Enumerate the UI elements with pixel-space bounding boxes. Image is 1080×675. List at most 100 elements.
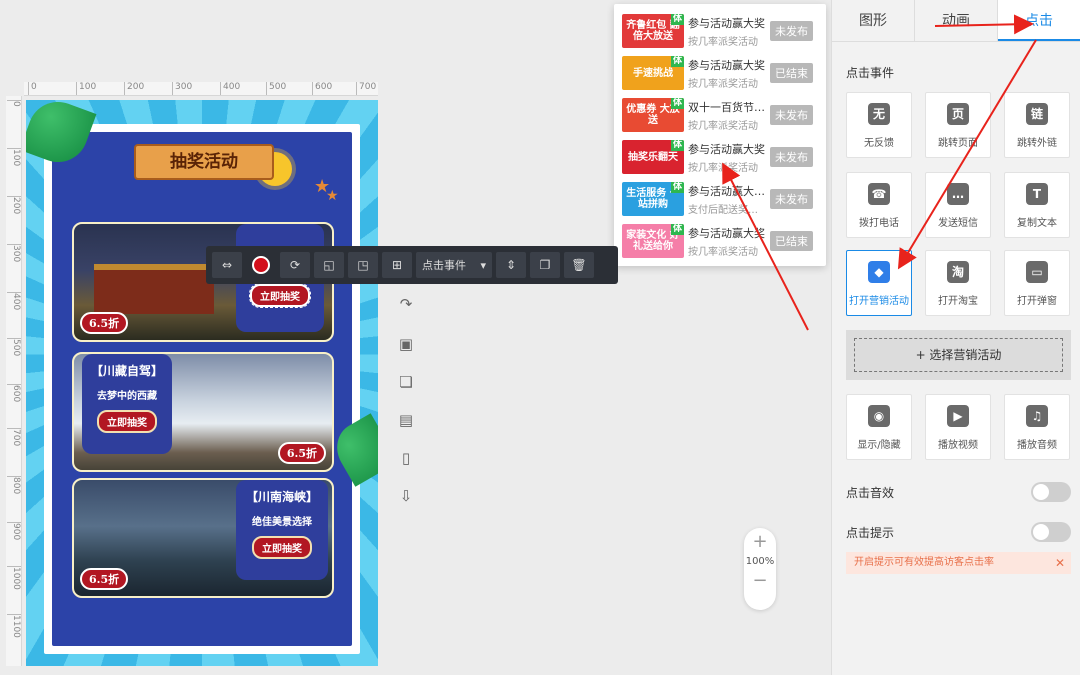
open-marketing-button[interactable]: ◆ 打开营销活动: [846, 250, 912, 316]
ruler-tick: 200: [124, 82, 144, 95]
activity-list-popup: 齐鲁红包 翻倍大放送 体 参与活动赢大奖 按几率派奖活动 未发布 手速挑战 体 …: [614, 4, 826, 266]
click-hint-toggle[interactable]: [1031, 522, 1071, 542]
activity-thumbnail: 齐鲁红包 翻倍大放送 体: [622, 14, 684, 48]
activity-thumbnail: 抽奖乐翻天 体: [622, 140, 684, 174]
activity-text: 参与活动赢大奖 按几率派奖活动: [688, 15, 766, 48]
replace-button[interactable]: ⟳: [280, 252, 310, 278]
layer-icon: ◱: [323, 258, 335, 272]
record-button[interactable]: [246, 252, 276, 278]
select-activity-button[interactable]: + 选择营销活动: [854, 338, 1063, 372]
activity-status: 已结束: [770, 63, 813, 83]
activity-item[interactable]: 齐鲁红包 翻倍大放送 体 参与活动赢大奖 按几率派奖活动 未发布: [622, 10, 818, 52]
activity-subtitle: 按几率派奖活动: [688, 78, 758, 90]
call-button[interactable]: ☎ 拨打电话: [846, 172, 912, 238]
distribute-icon: ⇕: [505, 258, 517, 272]
activity-title: 双十一百货节…: [688, 100, 765, 114]
thumbnail-text: 抽奖乐翻天: [628, 151, 678, 163]
activity-item[interactable]: 手速挑战 体 参与活动赢大奖 按几率派奖活动 已结束: [622, 52, 818, 94]
activity-subtitle: 按几率派奖活动: [688, 162, 758, 174]
activity-thumbnail: 家装文化 好礼送给你 体: [622, 224, 684, 258]
activity-item[interactable]: 家装文化 好礼送给你 体 参与活动赢大奖 按几率派奖活动 已结束: [622, 220, 818, 262]
copy-button[interactable]: ❐: [530, 252, 560, 278]
activity-tag: 体: [670, 224, 684, 235]
ruler-tick: 700: [356, 82, 376, 95]
ruler-tick: 400: [220, 82, 240, 95]
delete-button[interactable]: 🗑: [564, 252, 594, 278]
draw-button[interactable]: 立即抽奖: [252, 536, 312, 559]
design-canvas[interactable]: ★ ★ 抽奖活动 立即抽奖 6.5折 【川藏自驾】 去梦中的西藏 立即抽奖 6.…: [26, 100, 378, 666]
activity-text: 参与活动赢大奖 按几率派奖活动: [688, 57, 766, 90]
ruler-tick: 700: [7, 428, 21, 446]
ruler-tick: 900: [7, 522, 21, 540]
activity-title: 参与活动赢大奖: [688, 142, 765, 156]
play-audio-button[interactable]: ♫ 播放音频: [1004, 394, 1070, 460]
activity-subtitle: 按几率派奖活动: [688, 36, 758, 48]
event-label: 播放音频: [1017, 440, 1057, 451]
trash-icon: 🗑: [571, 258, 587, 272]
open-popup-button[interactable]: ▭ 打开弹窗: [1004, 250, 1070, 316]
activity-tag: 体: [670, 56, 684, 67]
show-hide-button[interactable]: ◉ 显示/隐藏: [846, 394, 912, 460]
layers-button[interactable]: ❏: [396, 372, 416, 392]
copy-text-button[interactable]: T 复制文本: [1004, 172, 1070, 238]
preview-button[interactable]: ▣: [396, 334, 416, 354]
record-icon: [252, 256, 270, 274]
crop-icon: ⇔: [221, 258, 233, 272]
taobao-icon: 淘: [947, 261, 969, 283]
event-grid-2: ☎ 拨打电话… 发送短信 T 复制文本: [846, 172, 1070, 238]
promo-box[interactable]: 【川藏自驾】 去梦中的西藏 立即抽奖: [82, 354, 172, 454]
redo-button[interactable]: ↷: [396, 294, 416, 314]
crop-button[interactable]: ⇔: [212, 252, 242, 278]
tab-click[interactable]: 点击: [998, 0, 1080, 41]
promo-box[interactable]: 【川南海峡】 绝佳美景选择 立即抽奖: [236, 480, 328, 580]
open-taobao-button[interactable]: 淘 打开淘宝: [925, 250, 991, 316]
phone-icon: ☎: [868, 183, 890, 205]
align-button[interactable]: ⊞: [382, 252, 412, 278]
event-select[interactable]: 点击事件 ▾: [416, 252, 492, 278]
no-feedback-button[interactable]: 无 无反馈: [846, 92, 912, 158]
zoom-in-button[interactable]: +: [744, 528, 776, 556]
jump-link-button[interactable]: 链 跳转外链: [1004, 92, 1070, 158]
activity-thumbnail: 手速挑战 体: [622, 56, 684, 90]
tab-shape[interactable]: 图形: [832, 0, 915, 41]
activity-item[interactable]: 生活服务 一站拼购 体 参与活动赢大… 支付后配送奖… 未发布: [622, 178, 818, 220]
activity-subtitle: 按几率派奖活动: [688, 120, 758, 132]
jump-page-button[interactable]: 页 跳转页面: [925, 92, 991, 158]
gamepad-icon: ◆: [868, 261, 890, 283]
poster-title[interactable]: 抽奖活动: [134, 144, 274, 180]
link-icon: 链: [1026, 103, 1048, 125]
activity-item[interactable]: 优惠券 大放送 体 双十一百货节… 按几率派奖活动 未发布: [622, 94, 818, 136]
activity-item[interactable]: 抽奖乐翻天 体 参与活动赢大奖 按几率派奖活动 未发布: [622, 136, 818, 178]
sms-button[interactable]: … 发送短信: [925, 172, 991, 238]
download-button[interactable]: ⇩: [396, 486, 416, 506]
event-label: 发送短信: [938, 218, 978, 229]
activity-subtitle: 支付后配送奖…: [688, 204, 758, 216]
tab-animation[interactable]: 动画: [915, 0, 998, 41]
mobile-preview-button[interactable]: ▯: [396, 448, 416, 468]
layer-down-button[interactable]: ◱: [314, 252, 344, 278]
layers-icon: ❏: [399, 373, 413, 391]
activity-status: 未发布: [770, 21, 813, 41]
layer-up-button[interactable]: ◳: [348, 252, 378, 278]
activity-card-2[interactable]: 【川藏自驾】 去梦中的西藏 立即抽奖 6.5折: [72, 352, 334, 472]
discount-badge: 6.5折: [80, 568, 129, 590]
thumbnail-text: 手速挑战: [633, 67, 673, 79]
event-label: 打开弹窗: [1017, 296, 1057, 307]
page-icon: 页: [947, 103, 969, 125]
draw-button[interactable]: 立即抽奖: [97, 410, 157, 433]
play-video-button[interactable]: ▶ 播放视频: [925, 394, 991, 460]
promo-subtitle: 绝佳美景选择: [252, 517, 312, 528]
close-icon[interactable]: ✕: [1055, 552, 1065, 574]
properties-panel: 图形 动画 点击 点击事件 无 无反馈页 跳转页面链 跳转外链 ☎ 拨打电话… …: [831, 0, 1080, 675]
click-sound-toggle[interactable]: [1031, 482, 1071, 502]
distribute-button[interactable]: ⇕: [496, 252, 526, 278]
zoom-out-button[interactable]: −: [744, 567, 776, 595]
ruler-tick: 0: [28, 82, 37, 95]
ruler-tick: 300: [7, 244, 21, 262]
activity-card-3[interactable]: 【川南海峡】 绝佳美景选择 立即抽奖 6.5折: [72, 478, 334, 598]
draw-button[interactable]: 立即抽奖: [249, 283, 311, 308]
copy-text-icon: T: [1026, 183, 1048, 205]
activity-tag: 体: [670, 98, 684, 109]
template-button[interactable]: ▤: [396, 410, 416, 430]
star-decoration: ★: [326, 188, 339, 204]
